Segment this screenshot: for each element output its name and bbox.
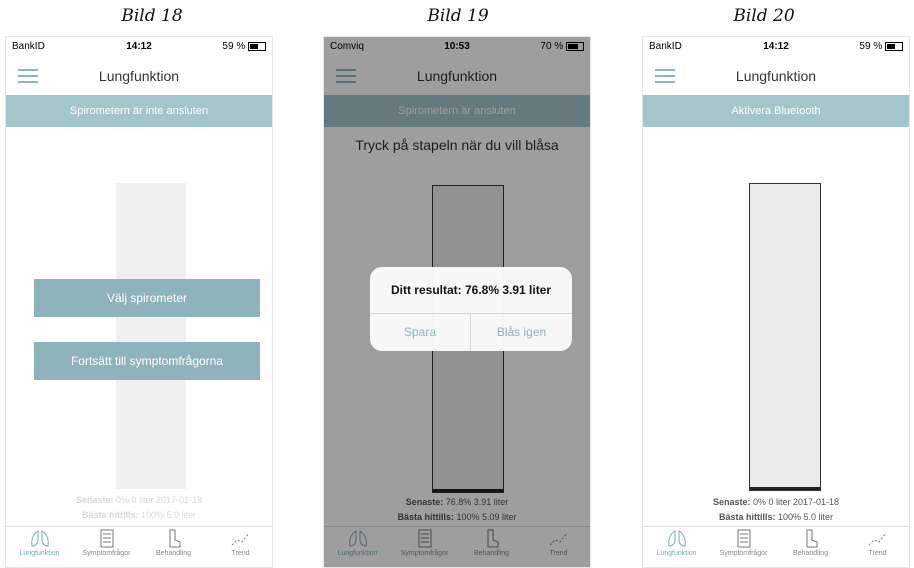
tab-trend[interactable]: Trend — [207, 529, 272, 557]
page-title: Lungfunktion — [98, 68, 180, 84]
stats: Senaste: 0% 0 liter 2017-01-18 Bästa hit… — [6, 493, 272, 523]
status-bar: BankID 14:12 59 % — [643, 37, 909, 57]
best-result: Bästa hittills: 100% 5.0 liter — [718, 512, 834, 522]
latest-result: Senaste: 0% 0 liter 2017-01-18 — [75, 495, 203, 505]
inhaler-icon — [806, 529, 817, 548]
result-message: Ditt resultat: 76.8% 3.91 liter — [370, 267, 572, 314]
select-spirometer-button[interactable]: Välj spirometer — [34, 279, 260, 317]
battery-indicator: 59 % — [859, 41, 903, 52]
tab-lungfunktion[interactable]: Lungfunktion — [6, 529, 73, 557]
battery-icon — [885, 41, 903, 51]
phone-screen-bild-20: BankID 14:12 59 % Lungfunktion Aktivera … — [642, 36, 910, 568]
questionnaire-icon — [100, 529, 113, 548]
tab-symptomfragor[interactable]: Symptomfrågor — [73, 529, 140, 557]
spirometer-bar[interactable] — [749, 183, 821, 491]
phone-screen-bild-19: Comviq 10:53 70 % Lungfunktion Spiromete… — [323, 36, 591, 568]
tab-behandling[interactable]: Behandling — [777, 529, 844, 557]
page-title: Lungfunktion — [735, 68, 817, 84]
stats: Senaste: 0% 0 liter 2017-01-18 Bästa hit… — [643, 495, 909, 525]
tab-lungfunktion[interactable]: Lungfunktion — [643, 529, 710, 557]
tab-trend[interactable]: Trend — [844, 529, 909, 557]
lungs-icon — [30, 530, 49, 547]
battery-icon — [248, 41, 266, 51]
lungs-icon — [667, 530, 686, 547]
blow-again-button[interactable]: Blås igen — [471, 314, 572, 351]
result-dialog: Ditt resultat: 76.8% 3.91 liter Spara Bl… — [370, 267, 572, 351]
phone-screen-bild-18: BankID 14:12 59 % Lungfunktion Spiromete… — [5, 36, 273, 568]
tab-behandling[interactable]: Behandling — [140, 529, 207, 557]
trend-icon — [868, 532, 886, 546]
tab-bar: Lungfunktion Symptomfrågor Behandling Tr… — [643, 526, 909, 567]
trend-icon — [231, 532, 249, 546]
questionnaire-icon — [737, 529, 750, 548]
status-bar: BankID 14:12 59 % — [6, 37, 272, 57]
inhaler-icon — [169, 529, 180, 548]
latest-result: Senaste: 0% 0 liter 2017-01-18 — [712, 497, 840, 507]
connection-banner: Spirometern är inte ansluten — [6, 95, 272, 127]
tab-bar: Lungfunktion Symptomfrågor Behandling Tr… — [6, 526, 272, 567]
battery-indicator: 59 % — [222, 41, 266, 52]
bluetooth-banner[interactable]: Aktivera Bluetooth — [643, 95, 909, 127]
tab-symptomfragor[interactable]: Symptomfrågor — [710, 529, 777, 557]
caption-bild-18: Bild 18 — [121, 6, 183, 26]
save-button[interactable]: Spara — [370, 314, 471, 351]
caption-bild-19: Bild 19 — [427, 6, 489, 26]
navbar: Lungfunktion — [643, 59, 909, 93]
best-result: Bästa hittills: 100% 5.0 liter — [81, 510, 197, 520]
bar-baseline — [750, 487, 820, 490]
caption-bild-20: Bild 20 — [733, 6, 795, 26]
navbar: Lungfunktion — [6, 59, 272, 93]
spirometer-bar[interactable] — [116, 183, 186, 489]
continue-to-symptoms-button[interactable]: Fortsätt till symptomfrågorna — [34, 342, 260, 380]
